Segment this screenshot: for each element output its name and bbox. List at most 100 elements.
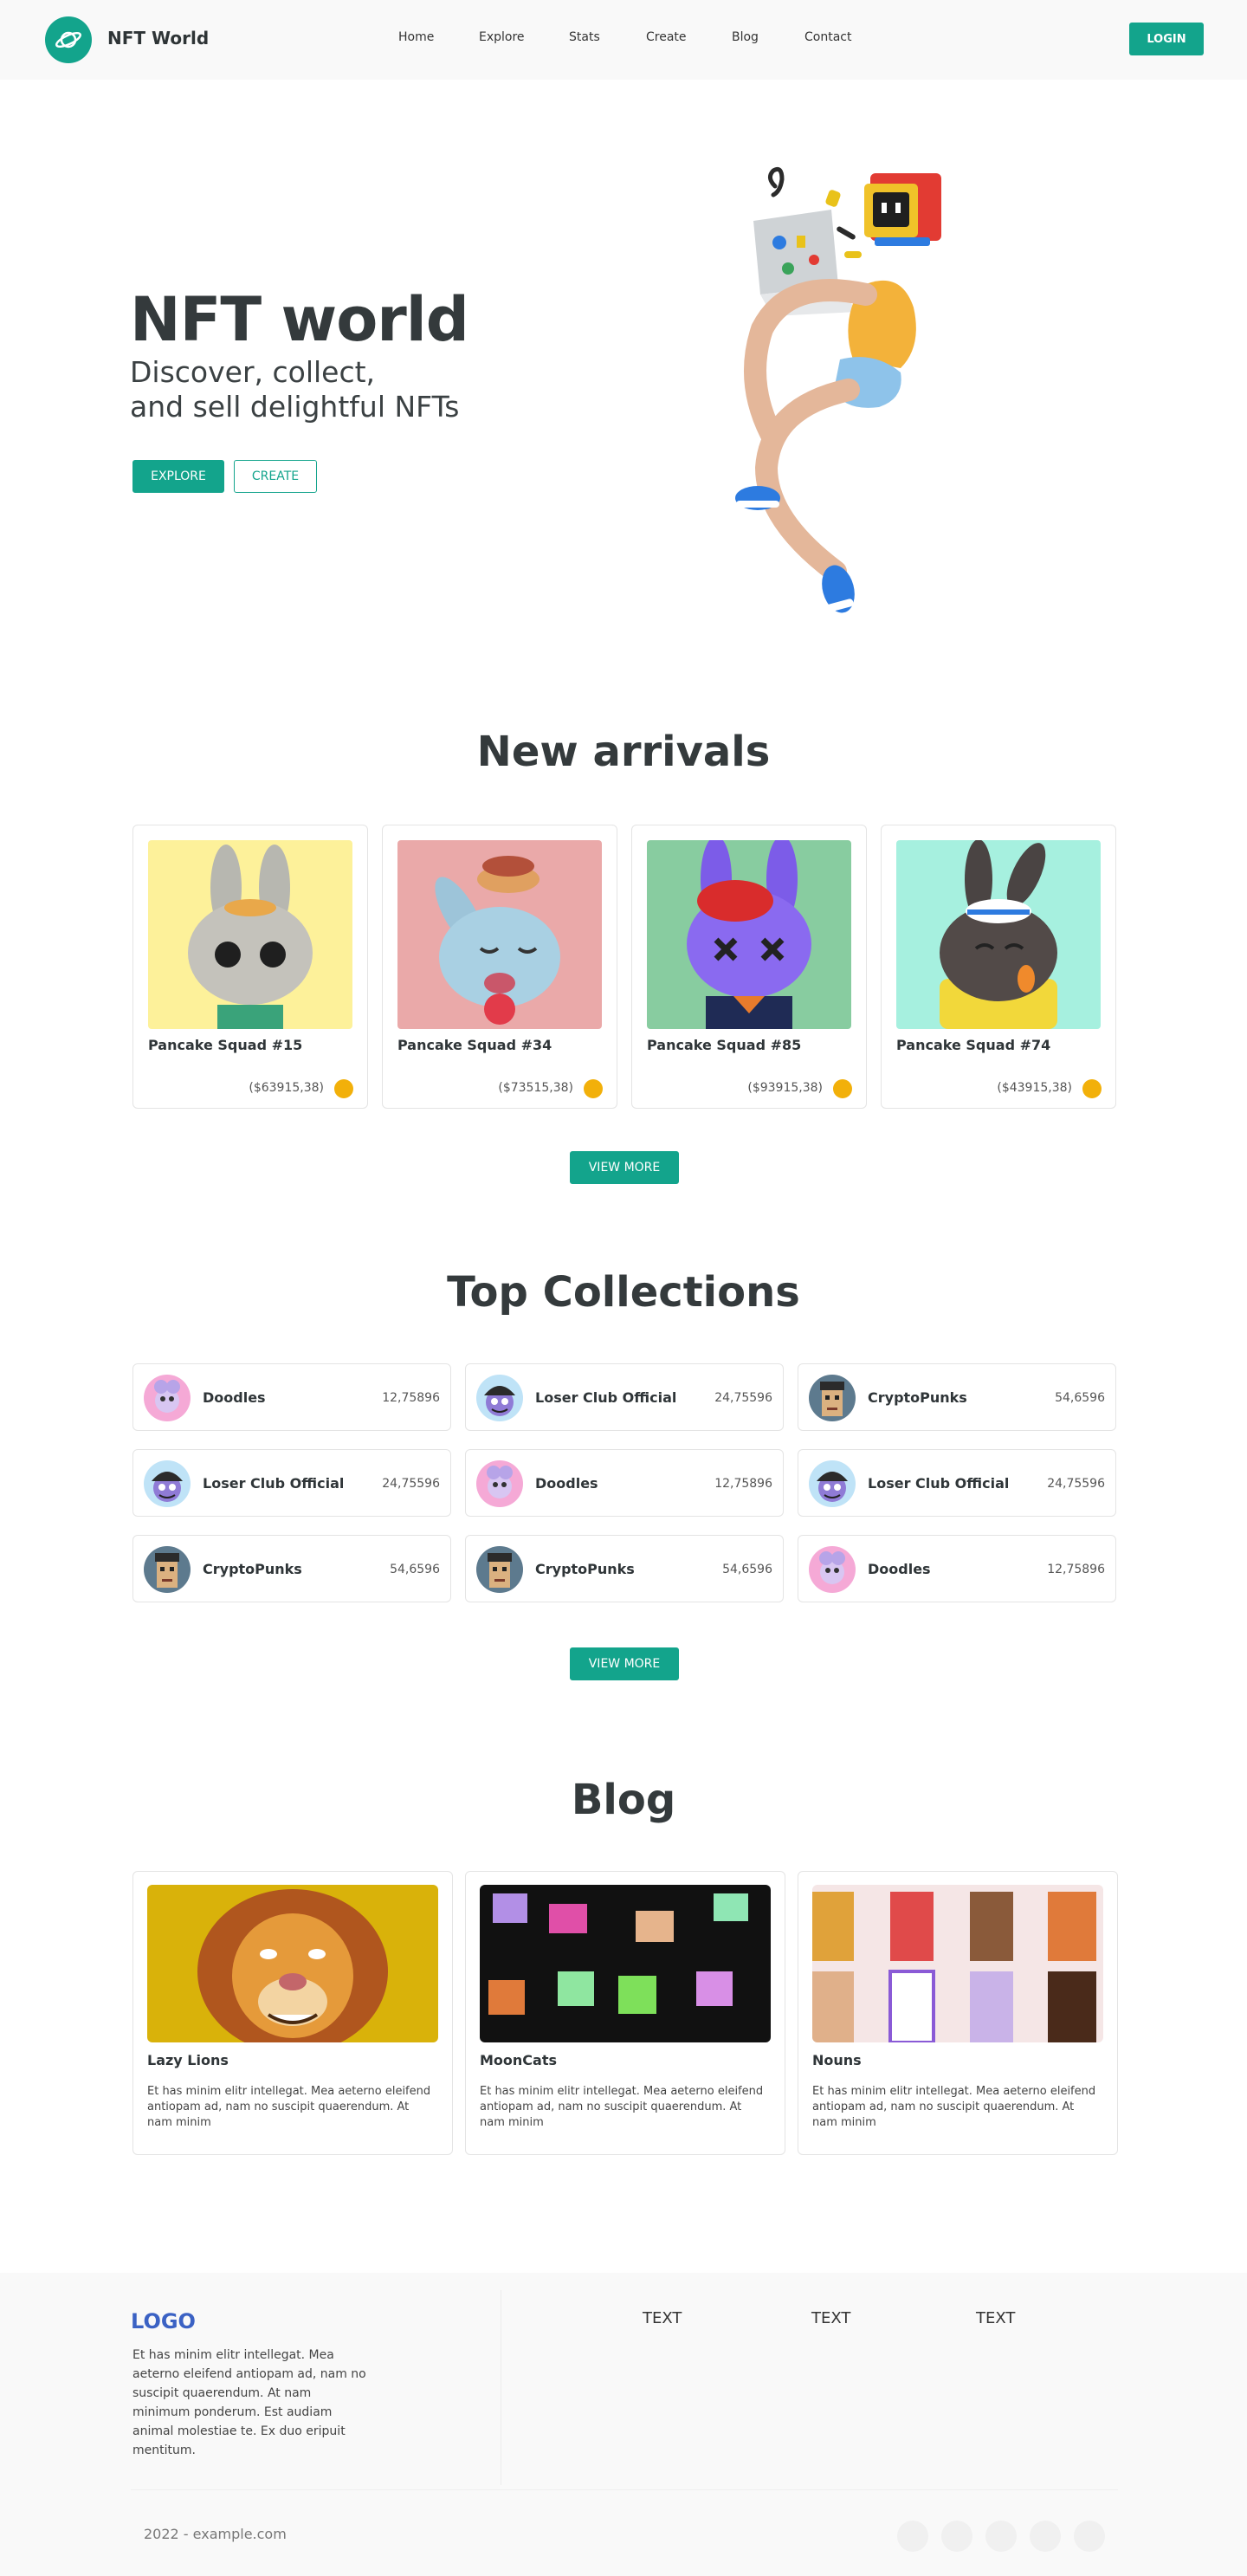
collections-view-more-button[interactable]: VIEW MORE [570,1647,679,1680]
footer: LOGO Et has minim elitr intellegat. Mea … [0,2273,1247,2576]
collection-card[interactable]: CryptoPunks 54,6596 [132,1535,451,1602]
collection-avatar [476,1546,523,1593]
collection-name: Loser Club Official [535,1389,677,1406]
nft-name[interactable]: Pancake Squad #85 [647,1037,801,1053]
nft-card[interactable]: Pancake Squad #34 ($73515,38) [382,825,617,1109]
nft-name[interactable]: Pancake Squad #74 [896,1037,1050,1053]
nav-home[interactable]: Home [398,30,434,44]
collection-card[interactable]: Doodles 12,75896 [132,1363,451,1431]
collection-value: 12,75896 [1047,1563,1105,1576]
collection-value: 12,75896 [714,1477,772,1491]
collection-name: CryptoPunks [203,1561,302,1577]
collection-value: 54,6596 [390,1563,440,1576]
blog-title: Blog [571,1776,676,1824]
nft-image[interactable] [148,840,352,1029]
planet-logo-icon[interactable] [45,16,92,63]
nav-explore[interactable]: Explore [479,30,525,44]
collection-name: Doodles [868,1561,931,1577]
blog-post-excerpt: Et has minim elitr intellegat. Mea aeter… [812,2085,1096,2129]
collection-card[interactable]: CryptoPunks 54,6596 [798,1363,1116,1431]
collection-card[interactable]: Loser Club Official 24,75596 [132,1449,451,1517]
nft-name[interactable]: Pancake Squad #15 [148,1037,302,1053]
coin-icon [833,1079,852,1098]
collection-value: 24,75596 [1047,1477,1105,1491]
footer-description: Et has minim elitr intellegat. Mea aeter… [132,2348,366,2457]
collection-value: 12,75896 [382,1391,440,1405]
coin-icon [334,1079,353,1098]
footer-column-heading[interactable]: TEXT [643,2309,682,2327]
nft-price: ($73515,38) [498,1081,573,1095]
collection-name: Loser Club Official [203,1475,345,1492]
nft-image[interactable] [647,840,851,1029]
nav-blog[interactable]: Blog [732,30,759,44]
blog-image[interactable] [147,1885,438,2042]
nft-price: ($93915,38) [747,1081,823,1095]
nft-card[interactable]: Pancake Squad #74 ($43915,38) [881,825,1116,1109]
footer-column-heading[interactable]: TEXT [976,2309,1015,2327]
top-navbar: NFT World Home Explore Stats Create Blog… [0,0,1247,80]
hero-character-illustration [693,165,987,641]
collection-card[interactable]: Loser Club Official 24,75596 [798,1449,1116,1517]
hero-subtitle-line-2: and sell delightful NFTs [130,390,460,424]
login-button[interactable]: LOGIN [1129,23,1204,55]
nft-image[interactable] [896,840,1101,1029]
nav-create[interactable]: Create [646,30,687,44]
social-icon[interactable] [1074,2521,1105,2552]
brand-name[interactable]: NFT World [107,28,209,49]
collection-name: CryptoPunks [868,1389,967,1406]
collection-name: Doodles [203,1389,266,1406]
footer-column-heading[interactable]: TEXT [811,2309,850,2327]
blog-post-title[interactable]: Lazy Lions [147,2052,229,2068]
blog-image[interactable] [812,1885,1103,2042]
footer-rule [131,2489,1118,2490]
copyright: 2022 - example.com [144,2526,287,2542]
top-collections-title: Top Collections [447,1268,800,1317]
collection-avatar [144,1460,191,1507]
nft-image[interactable] [397,840,602,1029]
nft-price: ($43915,38) [997,1081,1072,1095]
social-icon[interactable] [941,2521,972,2552]
collection-value: 54,6596 [1055,1391,1105,1405]
blog-card[interactable]: Nouns Et has minim elitr intellegat. Mea… [798,1871,1118,2155]
collection-avatar [809,1460,856,1507]
collection-card[interactable]: Loser Club Official 24,75596 [465,1363,784,1431]
hero-subtitle-line-1: Discover, collect, [130,355,376,389]
collection-avatar [476,1460,523,1507]
create-button[interactable]: CREATE [234,460,317,493]
collection-avatar [144,1375,191,1421]
collection-avatar [809,1375,856,1421]
collection-name: Doodles [535,1475,598,1492]
social-icon[interactable] [897,2521,928,2552]
explore-button[interactable]: EXPLORE [132,460,224,493]
collection-card[interactable]: CryptoPunks 54,6596 [465,1535,784,1602]
coin-icon [1082,1079,1102,1098]
hero-title: NFT world [130,284,469,355]
social-icon[interactable] [1030,2521,1061,2552]
social-icon[interactable] [985,2521,1017,2552]
collection-value: 24,75596 [714,1391,772,1405]
collection-card[interactable]: Doodles 12,75896 [798,1535,1116,1602]
blog-post-title[interactable]: Nouns [812,2052,862,2068]
collection-value: 54,6596 [722,1563,772,1576]
nft-price: ($63915,38) [249,1081,324,1095]
nft-card[interactable]: Pancake Squad #85 ($93915,38) [631,825,867,1109]
collection-avatar [809,1546,856,1593]
blog-post-excerpt: Et has minim elitr intellegat. Mea aeter… [480,2085,764,2129]
arrivals-view-more-button[interactable]: VIEW MORE [570,1151,679,1184]
coin-icon [584,1079,603,1098]
nft-card[interactable]: Pancake Squad #15 ($63915,38) [132,825,368,1109]
collection-avatar [476,1375,523,1421]
collection-card[interactable]: Doodles 12,75896 [465,1449,784,1517]
nav-stats[interactable]: Stats [569,30,600,44]
footer-logo[interactable]: LOGO [131,2309,196,2333]
blog-card[interactable]: MoonCats Et has minim elitr intellegat. … [465,1871,785,2155]
nav-contact[interactable]: Contact [804,30,851,44]
new-arrivals-title: New arrivals [476,728,771,776]
nft-name[interactable]: Pancake Squad #34 [397,1037,552,1053]
blog-card[interactable]: Lazy Lions Et has minim elitr intellegat… [132,1871,453,2155]
hero-subtitle: Discover, collect, and sell delightful N… [130,355,546,424]
blog-post-title[interactable]: MoonCats [480,2052,557,2068]
blog-post-excerpt: Et has minim elitr intellegat. Mea aeter… [147,2085,431,2129]
collection-name: Loser Club Official [868,1475,1010,1492]
blog-image[interactable] [480,1885,771,2042]
